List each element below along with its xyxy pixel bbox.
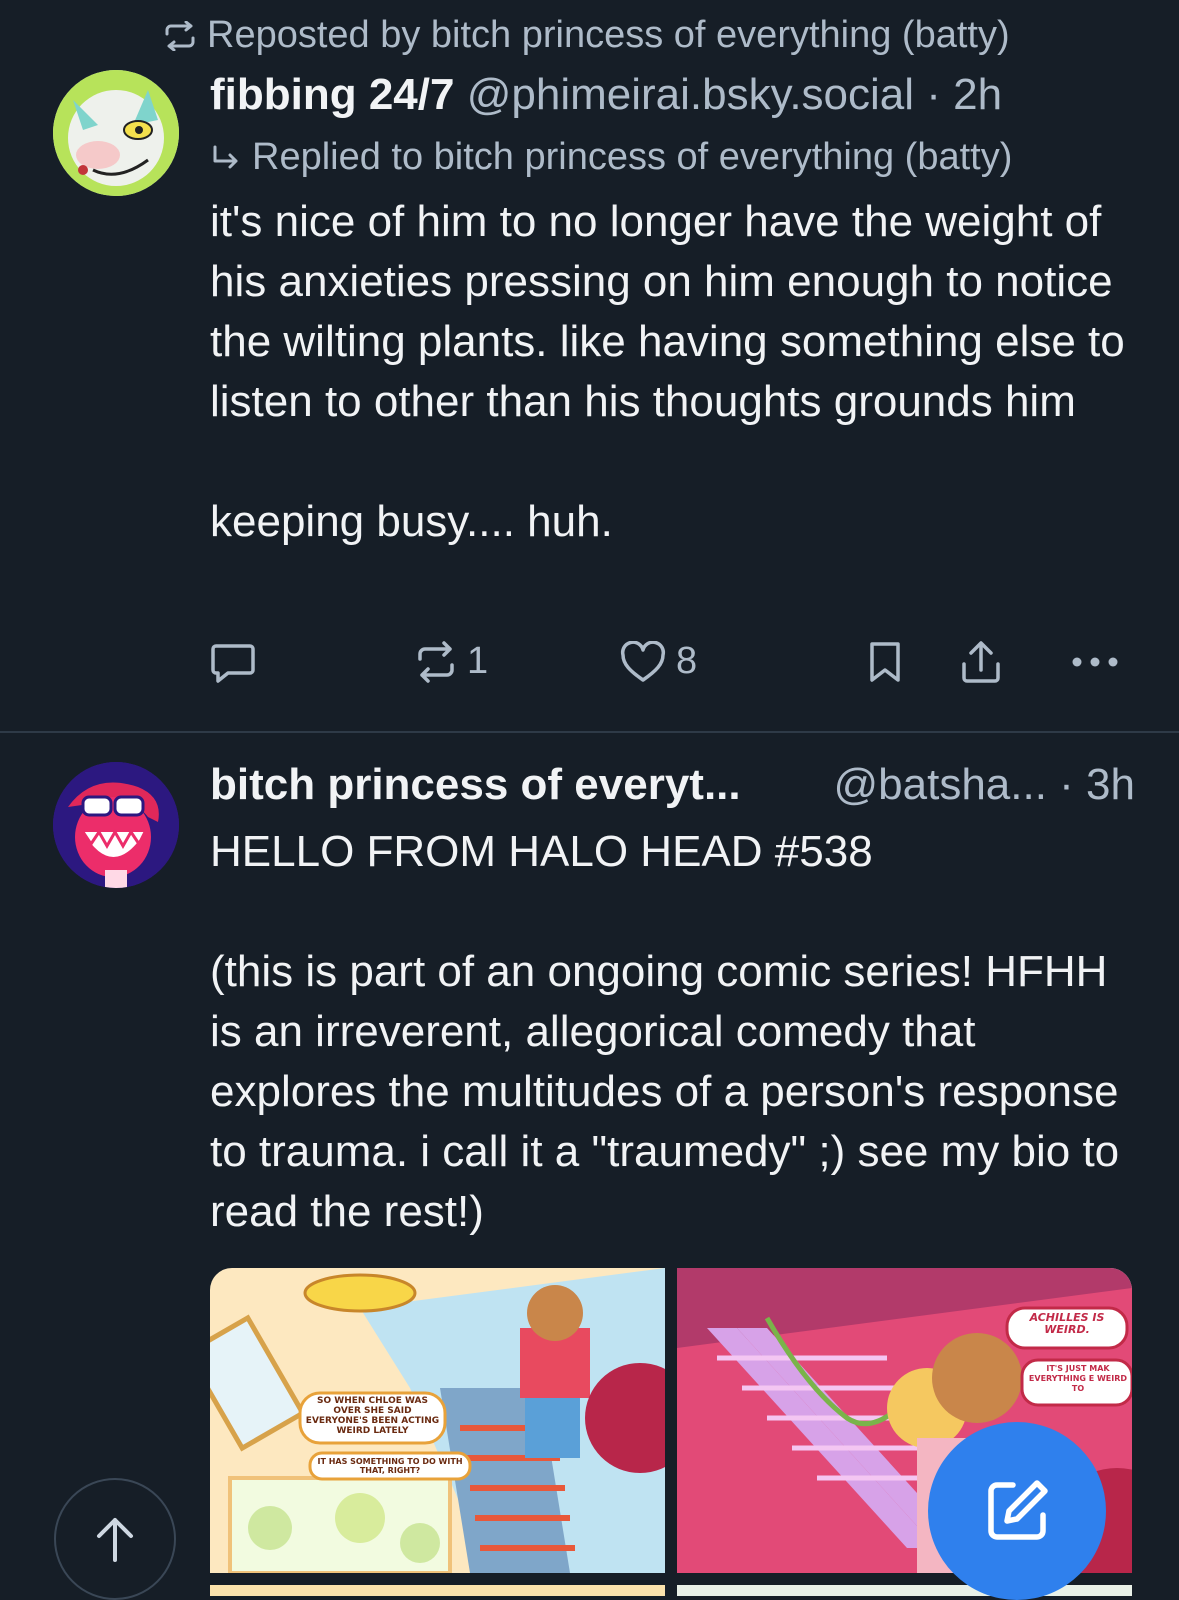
post-divider <box>0 731 1179 733</box>
repost-button[interactable]: 1 <box>415 640 488 683</box>
like-count: 8 <box>676 640 698 682</box>
comment-icon <box>211 644 255 683</box>
author-handle[interactable]: @batsha... <box>833 760 1046 809</box>
author-handle[interactable]: @phimeirai.bsky.social <box>467 70 914 119</box>
author-name[interactable]: fibbing 24/7 <box>210 70 454 119</box>
repost-icon <box>418 640 454 683</box>
reply-text[interactable]: Replied to bitch princess of everything … <box>252 136 1012 179</box>
post-time[interactable]: · 2h <box>926 70 1002 119</box>
reply-button[interactable] <box>210 640 256 684</box>
share-button[interactable] <box>960 640 1002 684</box>
comic-panel-illustration: SO WHEN CHLOE WAS OVER SHE SAID EVERYONE… <box>210 1268 665 1573</box>
scroll-to-top-button[interactable] <box>54 1478 176 1600</box>
speech-bubble-4: IT'S JUST MAK EVERYTHING E WEIRD TO <box>1028 1364 1128 1393</box>
repost-icon <box>165 20 195 51</box>
like-button[interactable]: 8 <box>620 640 697 683</box>
share-icon <box>962 641 1000 683</box>
repost-text[interactable]: Reposted by bitch princess of everything… <box>207 14 1010 57</box>
more-button[interactable] <box>1070 640 1120 684</box>
comic-image-1[interactable]: SO WHEN CHLOE WAS OVER SHE SAID EVERYONE… <box>210 1268 665 1573</box>
post-body: HELLO FROM HALO HEAD #538 (this is part … <box>210 827 1120 1236</box>
speech-bubble-3: ACHILLES IS WEIRD. <box>1029 1312 1105 1336</box>
post-header: fibbing 24/7 @phimeirai.bsky.social · 2h <box>210 70 1002 120</box>
post-body: it's nice of him to no longer have the w… <box>210 197 1125 546</box>
avatar[interactable] <box>53 762 179 888</box>
post-actions: 1 8 <box>210 640 1120 690</box>
like-icon <box>620 640 666 682</box>
more-icon <box>1072 657 1118 667</box>
speech-bubble-2: IT HAS SOMETHING TO DO WITH THAT, RIGHT? <box>317 1457 463 1475</box>
reply-indicator[interactable]: Replied to bitch princess of everything … <box>210 136 1012 179</box>
repost-count: 1 <box>467 640 489 682</box>
post-time[interactable]: · 3h <box>1059 760 1135 809</box>
author-name[interactable]: bitch princess of everyt... <box>210 760 741 810</box>
avatar-illustration <box>53 70 179 196</box>
repost-indicator[interactable]: Reposted by bitch princess of everything… <box>163 14 1010 57</box>
avatar-illustration <box>53 762 179 888</box>
comic-image-3[interactable] <box>210 1585 665 1596</box>
post-header: bitch princess of everyt... @batsha... ·… <box>210 760 1135 810</box>
speech-bubble-1: SO WHEN CHLOE WAS OVER SHE SAID EVERYONE… <box>305 1396 440 1436</box>
avatar[interactable] <box>53 70 179 196</box>
scroll-top-icon <box>97 1518 133 1562</box>
bookmark-icon <box>870 642 900 682</box>
bookmark-button[interactable] <box>867 640 903 684</box>
compose-icon <box>988 1480 1048 1540</box>
compose-button[interactable] <box>928 1422 1106 1600</box>
reply-arrow-icon <box>213 145 238 168</box>
